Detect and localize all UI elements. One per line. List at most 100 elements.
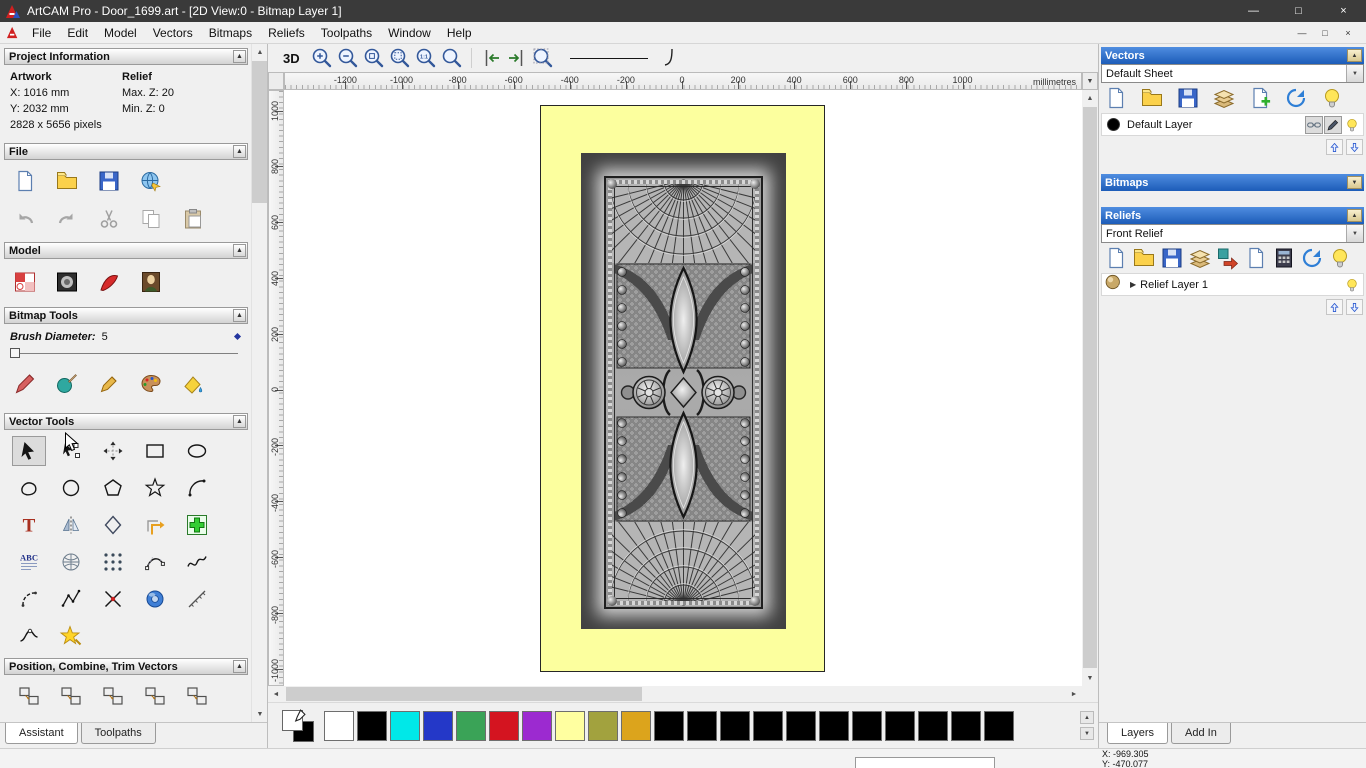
scrollbar-thumb[interactable] [1083, 107, 1097, 668]
collapse-reliefs-icon[interactable]: ▲ [1347, 209, 1362, 222]
text-tool-icon[interactable]: T [12, 510, 46, 540]
assistant-tab-assistant[interactable]: Assistant [5, 723, 78, 744]
open-relief-layer-icon[interactable] [1131, 246, 1157, 270]
palette-colour-10[interactable] [654, 711, 684, 741]
greyscale-model-icon[interactable] [52, 268, 82, 296]
open-vector-layer-icon[interactable] [1139, 86, 1165, 110]
circle-tool-icon[interactable] [54, 473, 88, 503]
edit-colour-icon[interactable] [1324, 116, 1342, 134]
select-cursor-icon[interactable] [12, 436, 46, 466]
polyline-tool-icon[interactable] [54, 584, 88, 614]
light-material-icon[interactable] [94, 268, 124, 296]
palette-colour-17[interactable] [885, 711, 915, 741]
reliefs-section-header[interactable]: Reliefs ▲ [1101, 207, 1364, 224]
new-relief-layer-icon[interactable] [1103, 246, 1129, 270]
curve-fit-icon[interactable] [180, 547, 214, 577]
vector-wizard-icon[interactable] [54, 621, 88, 651]
collapse-section-icon[interactable]: ▲ [233, 50, 246, 63]
new-model-icon[interactable] [10, 167, 40, 195]
align-right-icon[interactable] [180, 681, 214, 711]
canvas-horizontal-scrollbar[interactable]: ◄ ► [268, 686, 1082, 702]
load-image-icon[interactable] [136, 268, 166, 296]
palette-colour-2[interactable] [390, 711, 420, 741]
canvas-vertical-scrollbar[interactable]: ▲ ▼ [1082, 90, 1098, 686]
transfer-relief-icon[interactable] [1215, 246, 1241, 270]
toggle-relief-visibility-icon[interactable] [1327, 246, 1353, 270]
expand-bitmaps-icon[interactable]: ▼ [1347, 176, 1362, 189]
close-button[interactable]: × [1321, 0, 1366, 22]
ruler-unit-menu-icon[interactable]: ▼ [1082, 72, 1098, 90]
brush-spin-icon[interactable] [234, 333, 241, 340]
palette-colour-3[interactable] [423, 711, 453, 741]
menu-help[interactable]: Help [439, 23, 480, 43]
cut-icon[interactable] [94, 205, 124, 233]
polygon-tool-icon[interactable] [96, 473, 130, 503]
arc-tool-icon[interactable] [180, 473, 214, 503]
layer-visibility-icon[interactable] [1343, 116, 1361, 134]
palette-colour-12[interactable] [720, 711, 750, 741]
palette-colour-13[interactable] [753, 711, 783, 741]
move-down-icon[interactable] [1346, 299, 1363, 315]
paint-selective-icon[interactable] [52, 370, 82, 398]
menu-edit[interactable]: Edit [59, 23, 96, 43]
minimize-button[interactable]: — [1231, 0, 1276, 22]
brush-diameter-slider[interactable] [10, 345, 238, 361]
extrude-icon[interactable] [138, 584, 172, 614]
relief-layer-row[interactable]: ▶ Relief Layer 1 [1101, 273, 1364, 296]
bezier-tool-icon[interactable] [138, 547, 172, 577]
file-header[interactable]: File ▲ [4, 143, 248, 160]
text-block-icon[interactable]: ABC [12, 547, 46, 577]
layers-tab-layers[interactable]: Layers [1107, 723, 1168, 744]
freehand-tool-icon[interactable] [12, 473, 46, 503]
align-left-icon[interactable] [12, 681, 46, 711]
assistant-scrollbar[interactable]: ▲ ▼ [251, 44, 267, 722]
adjust-model-icon[interactable] [10, 268, 40, 296]
menu-window[interactable]: Window [380, 23, 439, 43]
move-up-icon[interactable] [1326, 139, 1343, 155]
nesting-icon[interactable]: Nes [180, 718, 214, 723]
palette-colour-20[interactable] [984, 711, 1014, 741]
palette-colour-14[interactable] [786, 711, 816, 741]
project-information-header[interactable]: Project Information ▲ [4, 48, 248, 65]
bitmap-tools-header[interactable]: Bitmap Tools ▲ [4, 307, 248, 324]
scroll-up-icon[interactable]: ▲ [252, 44, 267, 60]
collapse-section-icon[interactable]: ▲ [233, 145, 246, 158]
maximize-button[interactable]: □ [1276, 0, 1321, 22]
primary-colour-swatch[interactable] [282, 710, 303, 731]
scrollbar-thumb[interactable] [252, 61, 267, 203]
toggle-all-vectors-icon[interactable] [1319, 86, 1345, 110]
mdi-minimize-button[interactable]: — [1292, 24, 1312, 41]
palette-colour-18[interactable] [918, 711, 948, 741]
transform-icon[interactable] [96, 436, 130, 466]
scroll-down-icon[interactable]: ▼ [252, 706, 267, 722]
paste-icon[interactable] [178, 205, 208, 233]
collapse-section-icon[interactable]: ▲ [233, 660, 246, 673]
relief-visibility-icon[interactable] [1343, 276, 1361, 294]
open-model-icon[interactable] [52, 167, 82, 195]
zoom-previous-icon[interactable] [439, 46, 465, 70]
vectors-section-header[interactable]: Vectors ▲ [1101, 47, 1364, 64]
dropdown-arrow-icon[interactable]: ▼ [1346, 65, 1363, 82]
node-edit-icon[interactable] [54, 436, 88, 466]
vector-layer-row[interactable]: Default Layer [1101, 113, 1364, 136]
copy-icon[interactable] [136, 205, 166, 233]
paste-vector-icon[interactable] [180, 510, 214, 540]
curve-preview-icon[interactable] [656, 46, 682, 70]
toggle-3d-view-button[interactable]: 3D [278, 50, 305, 67]
ellipse-tool-icon[interactable] [180, 436, 214, 466]
palette-colour-9[interactable] [621, 711, 651, 741]
combine-weld-icon[interactable] [12, 718, 46, 723]
assistant-tab-toolpaths[interactable]: Toolpaths [81, 723, 156, 744]
offset-tool-icon[interactable] [138, 510, 172, 540]
scroll-up-icon[interactable]: ▲ [1082, 90, 1098, 106]
zoom-out-icon[interactable] [335, 46, 361, 70]
mdi-restore-button[interactable]: □ [1315, 24, 1335, 41]
mirror-tool-icon[interactable] [54, 510, 88, 540]
flood-fill-icon[interactable] [178, 370, 208, 398]
palette-colour-0[interactable] [324, 711, 354, 741]
palette-colour-11[interactable] [687, 711, 717, 741]
menu-file[interactable]: File [24, 23, 59, 43]
collapse-section-icon[interactable]: ▲ [233, 415, 246, 428]
palette-colour-5[interactable] [489, 711, 519, 741]
duplicate-relief-icon[interactable] [1243, 246, 1269, 270]
